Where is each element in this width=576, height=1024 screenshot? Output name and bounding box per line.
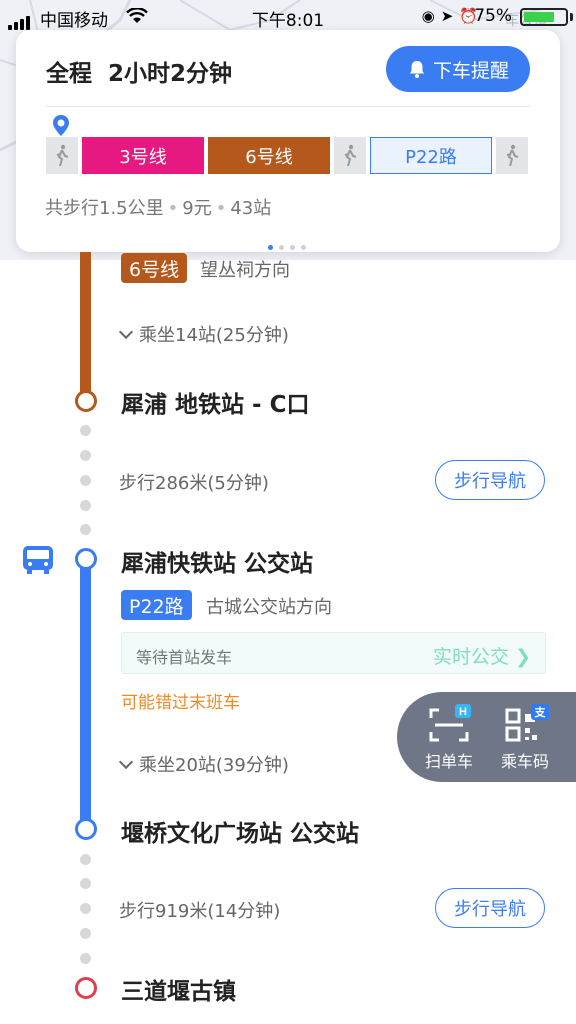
walk1-info: 步行286米(5分钟) bbox=[119, 473, 269, 494]
realtime-bus-label: 实时公交 bbox=[433, 646, 510, 668]
walk-navigation-button[interactable]: 步行导航 bbox=[435, 460, 545, 500]
segment-bus-p22: P22路 bbox=[370, 137, 492, 174]
total-price: 9元 bbox=[182, 198, 212, 219]
alight-reminder-button[interactable]: 下车提醒 bbox=[386, 46, 530, 92]
status-bar: 中国移动 下午8:01 ◉➤⏰ 75% bbox=[0, 0, 576, 34]
walking-person-icon bbox=[56, 144, 69, 166]
chevron-down-icon bbox=[118, 754, 134, 770]
rotation-lock-icon: ◉ bbox=[421, 7, 441, 25]
ride-code-label: 乘车码 bbox=[500, 752, 549, 771]
route-duration-title: 全程 2小时2分钟 bbox=[46, 61, 233, 87]
alight-reminder-label: 下车提醒 bbox=[432, 59, 509, 82]
scan-bike-icon: H bbox=[429, 704, 471, 742]
page-indicator bbox=[268, 235, 312, 254]
stop-node bbox=[75, 390, 97, 412]
walk-path-dot bbox=[80, 475, 91, 486]
walk-path-dot bbox=[80, 425, 91, 436]
total-walk-distance: 共步行1.5公里 bbox=[45, 198, 164, 219]
location-pin-icon bbox=[53, 115, 69, 136]
scan-bike-button[interactable]: H 扫单车 bbox=[409, 704, 489, 772]
chevron-down-icon bbox=[118, 324, 134, 340]
page-dot bbox=[279, 245, 284, 250]
svg-text:H: H bbox=[459, 706, 467, 718]
page-dot bbox=[268, 245, 273, 250]
qr-code-icon: 支 bbox=[505, 704, 549, 742]
page-dot bbox=[290, 245, 295, 250]
bus-p22-track bbox=[80, 558, 91, 828]
walk-path-dot bbox=[80, 854, 91, 865]
segment-metro-line-6: 6号线 bbox=[208, 137, 330, 174]
battery-percent: 75% bbox=[474, 6, 512, 26]
chevron-right-icon: ❯ bbox=[515, 646, 531, 668]
metro-line-6-track bbox=[80, 252, 91, 400]
segment-metro-line-3: 3号线 bbox=[82, 137, 204, 174]
walk2-info: 步行919米(14分钟) bbox=[119, 901, 281, 922]
line-badge-bus-p22: P22路 bbox=[121, 590, 192, 620]
walk-path-dot bbox=[80, 450, 91, 461]
stop-name-xipu-metro: 犀浦 地铁站 - C口 bbox=[121, 392, 310, 418]
destination-node bbox=[75, 977, 97, 999]
stop-node bbox=[75, 548, 97, 570]
walk-navigation-button[interactable]: 步行导航 bbox=[435, 888, 545, 928]
destination-name: 三道堰古镇 bbox=[121, 979, 236, 1005]
walk-segment-icon bbox=[334, 137, 366, 174]
realtime-bus-link[interactable]: 实时公交 ❯ bbox=[433, 642, 531, 669]
line-badge-metro-6: 6号线 bbox=[121, 253, 188, 283]
svg-text:支: 支 bbox=[534, 705, 547, 719]
battery-fill bbox=[524, 12, 554, 22]
scan-bike-label: 扫单车 bbox=[424, 752, 473, 771]
battery-icon bbox=[520, 8, 568, 26]
route-meta: 共步行1.5公里 • 9元 • 43站 bbox=[45, 198, 272, 219]
leg1-ride-toggle[interactable]: 乘坐14站(25分钟) bbox=[118, 321, 289, 347]
leg2-ride-info: 乘坐20站(39分钟) bbox=[139, 755, 289, 776]
stop-name-xipu-bus: 犀浦快铁站 公交站 bbox=[121, 551, 314, 577]
walk-segment-icon bbox=[46, 137, 78, 174]
quick-action-panel: H 扫单车 支 乘车码 bbox=[397, 692, 576, 782]
page-dot bbox=[301, 245, 306, 250]
walk-path-dot bbox=[80, 953, 91, 964]
location-icon: ➤ bbox=[440, 7, 460, 25]
total-stops: 43站 bbox=[230, 198, 272, 219]
leg2-ride-toggle[interactable]: 乘坐20站(39分钟) bbox=[118, 751, 289, 777]
walking-person-icon bbox=[506, 144, 519, 166]
leg2-direction: 古城公交站方向 bbox=[206, 597, 332, 618]
ride-code-button[interactable]: 支 乘车码 bbox=[485, 704, 565, 772]
bus-icon bbox=[23, 546, 53, 574]
divider bbox=[46, 106, 530, 107]
walking-person-icon bbox=[344, 144, 357, 166]
leg1-direction: 望丛祠方向 bbox=[200, 260, 290, 281]
walk-path-dot bbox=[80, 524, 91, 535]
bell-icon bbox=[409, 61, 424, 78]
stop-name-yanqiao: 堰桥文化广场站 公交站 bbox=[121, 821, 360, 847]
bus-wait-status: 等待首站发车 bbox=[136, 648, 233, 667]
walk-path-dot bbox=[80, 878, 91, 889]
walk-segment-icon bbox=[496, 137, 528, 174]
walk-path-dot bbox=[80, 500, 91, 511]
route-summary-card[interactable]: 全程 2小时2分钟 下车提醒 3号线 6号线 P22路 共步行1.5公里 • 9元 •… bbox=[16, 30, 560, 252]
realtime-bus-bar[interactable]: 等待首站发车 实时公交 ❯ bbox=[121, 632, 546, 674]
leg1-ride-info: 乘坐14站(25分钟) bbox=[139, 325, 289, 346]
battery-cap bbox=[570, 13, 573, 21]
walk-path-dot bbox=[80, 928, 91, 939]
last-bus-warning: 可能错过末班车 bbox=[121, 693, 240, 713]
stop-node bbox=[75, 818, 97, 840]
walk-path-dot bbox=[80, 903, 91, 914]
